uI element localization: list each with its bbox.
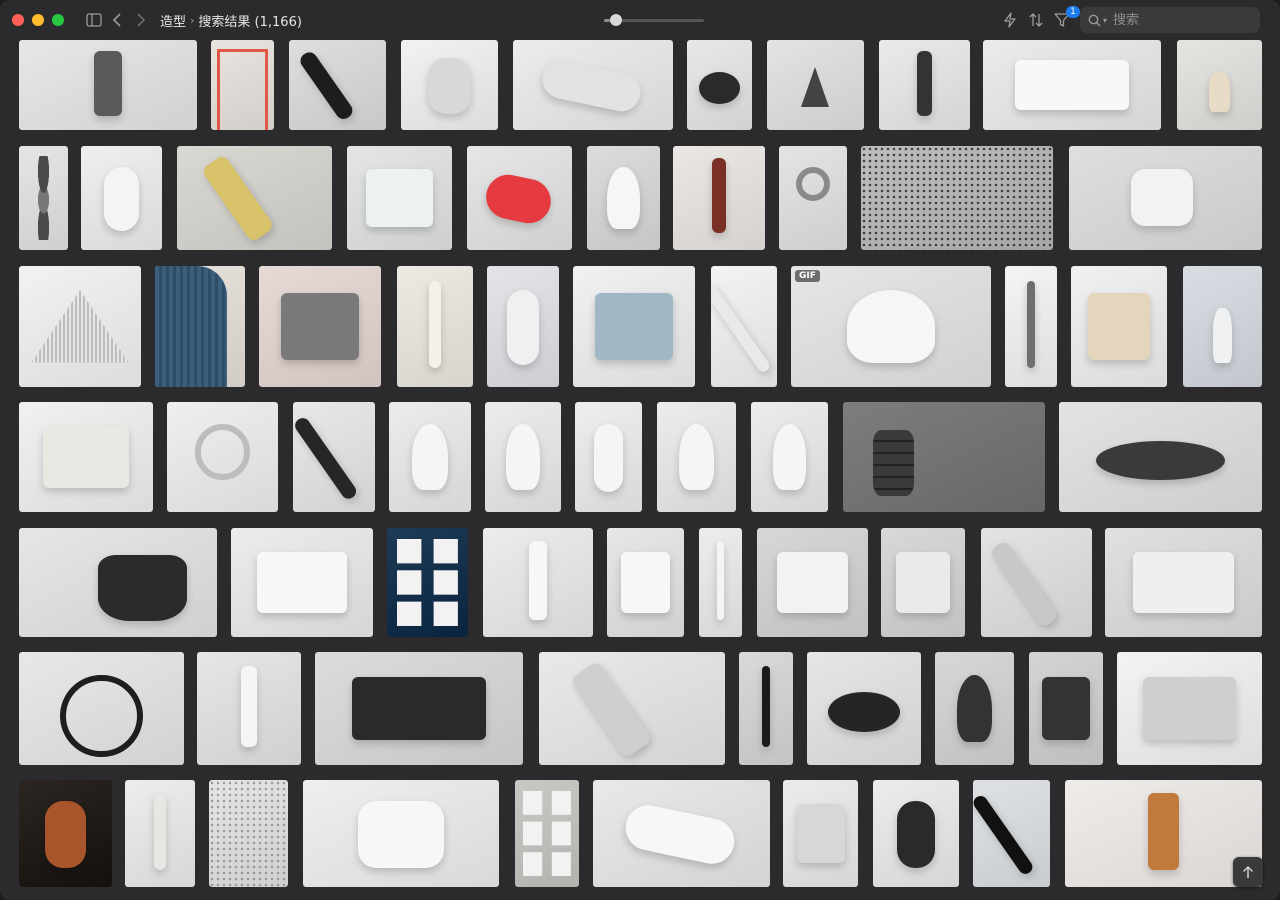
image-thumbnail[interactable]: [983, 40, 1161, 130]
image-thumbnail[interactable]: [315, 652, 523, 765]
image-thumbnail[interactable]: [657, 402, 736, 512]
image-thumbnail[interactable]: [303, 780, 499, 887]
image-thumbnail[interactable]: [487, 266, 559, 387]
bolt-icon[interactable]: [1002, 10, 1018, 30]
image-thumbnail[interactable]: [467, 146, 572, 250]
sidebar-icon[interactable]: [86, 10, 102, 30]
image-thumbnail[interactable]: [81, 146, 162, 250]
image-thumbnail[interactable]: [125, 780, 195, 887]
image-thumbnail[interactable]: [1069, 146, 1262, 250]
search-input[interactable]: [1111, 11, 1256, 29]
gif-badge: GIF: [795, 270, 820, 282]
image-thumbnail[interactable]: [539, 652, 725, 765]
image-thumbnail[interactable]: [873, 780, 959, 887]
image-thumbnail[interactable]: [155, 266, 245, 387]
chevron-right-icon: ›: [190, 14, 195, 27]
image-thumbnail[interactable]: [389, 402, 471, 512]
sort-icon[interactable]: [1028, 10, 1044, 30]
forward-icon[interactable]: [134, 10, 148, 30]
image-thumbnail[interactable]: [779, 146, 847, 250]
arrow-up-icon: [1242, 865, 1254, 878]
zoom-slider-knob[interactable]: [610, 14, 622, 26]
search-icon: [1088, 14, 1101, 26]
app-window: 造型 › 搜索结果 (1,166) 1 ▾ GIF: [0, 0, 1280, 900]
close-window-button[interactable]: [12, 14, 24, 26]
chevron-down-icon[interactable]: ▾: [1103, 16, 1107, 25]
image-thumbnail[interactable]: [231, 528, 373, 637]
image-thumbnail[interactable]: [673, 146, 765, 250]
zoom-slider[interactable]: [604, 14, 704, 26]
image-thumbnail[interactable]: [607, 528, 684, 637]
image-thumbnail[interactable]: [1005, 266, 1057, 387]
image-thumbnail[interactable]: [573, 266, 695, 387]
image-grid: GIF: [0, 40, 1280, 900]
image-thumbnail[interactable]: [881, 528, 965, 637]
image-thumbnail[interactable]: [167, 402, 278, 512]
image-thumbnail[interactable]: [513, 40, 673, 130]
image-thumbnail[interactable]: [289, 40, 386, 130]
image-thumbnail[interactable]: [1105, 528, 1262, 637]
image-thumbnail[interactable]: [981, 528, 1092, 637]
image-thumbnail[interactable]: [1059, 402, 1262, 512]
image-thumbnail[interactable]: [587, 146, 660, 250]
image-thumbnail[interactable]: [19, 266, 141, 387]
image-thumbnail[interactable]: [387, 528, 468, 637]
filter-count-badge: 1: [1066, 6, 1080, 18]
image-thumbnail[interactable]: [1183, 266, 1262, 387]
image-thumbnail[interactable]: [767, 40, 864, 130]
image-thumbnail[interactable]: [861, 146, 1053, 250]
image-thumbnail[interactable]: [757, 528, 868, 637]
image-thumbnail[interactable]: [19, 402, 153, 512]
image-thumbnail[interactable]: [843, 402, 1045, 512]
image-thumbnail[interactable]: [935, 652, 1014, 765]
image-thumbnail[interactable]: [699, 528, 742, 637]
image-thumbnail[interactable]: GIF: [791, 266, 991, 387]
image-thumbnail[interactable]: [19, 528, 217, 637]
image-thumbnail[interactable]: [19, 146, 68, 250]
image-thumbnail[interactable]: [485, 402, 561, 512]
image-thumbnail[interactable]: [783, 780, 858, 887]
image-thumbnail[interactable]: [401, 40, 498, 130]
image-thumbnail[interactable]: [397, 266, 473, 387]
breadcrumb: 造型 › 搜索结果 (1,166): [160, 11, 302, 30]
minimize-window-button[interactable]: [32, 14, 44, 26]
image-thumbnail[interactable]: [711, 266, 777, 387]
titlebar: 造型 › 搜索结果 (1,166) 1 ▾: [0, 0, 1280, 40]
image-thumbnail[interactable]: [687, 40, 752, 130]
breadcrumb-current: 搜索结果 (1,166): [198, 15, 302, 30]
image-thumbnail[interactable]: [879, 40, 970, 130]
image-thumbnail[interactable]: [973, 780, 1050, 887]
search-field[interactable]: ▾: [1080, 7, 1260, 33]
image-thumbnail[interactable]: [209, 780, 288, 887]
image-thumbnail[interactable]: [515, 780, 579, 887]
image-thumbnail[interactable]: [19, 652, 184, 765]
image-thumbnail[interactable]: [1071, 266, 1167, 387]
image-thumbnail[interactable]: [197, 652, 301, 765]
image-thumbnail[interactable]: [259, 266, 381, 387]
image-thumbnail[interactable]: [575, 402, 642, 512]
image-thumbnail[interactable]: [593, 780, 770, 887]
image-thumbnail[interactable]: [1177, 40, 1262, 130]
image-thumbnail[interactable]: [739, 652, 793, 765]
image-thumbnail[interactable]: [211, 40, 274, 130]
image-thumbnail[interactable]: [751, 402, 828, 512]
image-thumbnail[interactable]: [483, 528, 593, 637]
image-thumbnail[interactable]: [347, 146, 452, 250]
image-thumbnail[interactable]: [293, 402, 375, 512]
image-thumbnail[interactable]: [807, 652, 921, 765]
image-thumbnail[interactable]: [19, 40, 197, 130]
image-thumbnail[interactable]: [1029, 652, 1103, 765]
zoom-window-button[interactable]: [52, 14, 64, 26]
image-thumbnail[interactable]: [19, 780, 112, 887]
back-icon[interactable]: [110, 10, 124, 30]
scroll-to-top-button[interactable]: [1233, 857, 1263, 887]
image-thumbnail[interactable]: [1117, 652, 1262, 765]
breadcrumb-parent[interactable]: 造型: [160, 11, 186, 30]
image-thumbnail[interactable]: [177, 146, 332, 250]
